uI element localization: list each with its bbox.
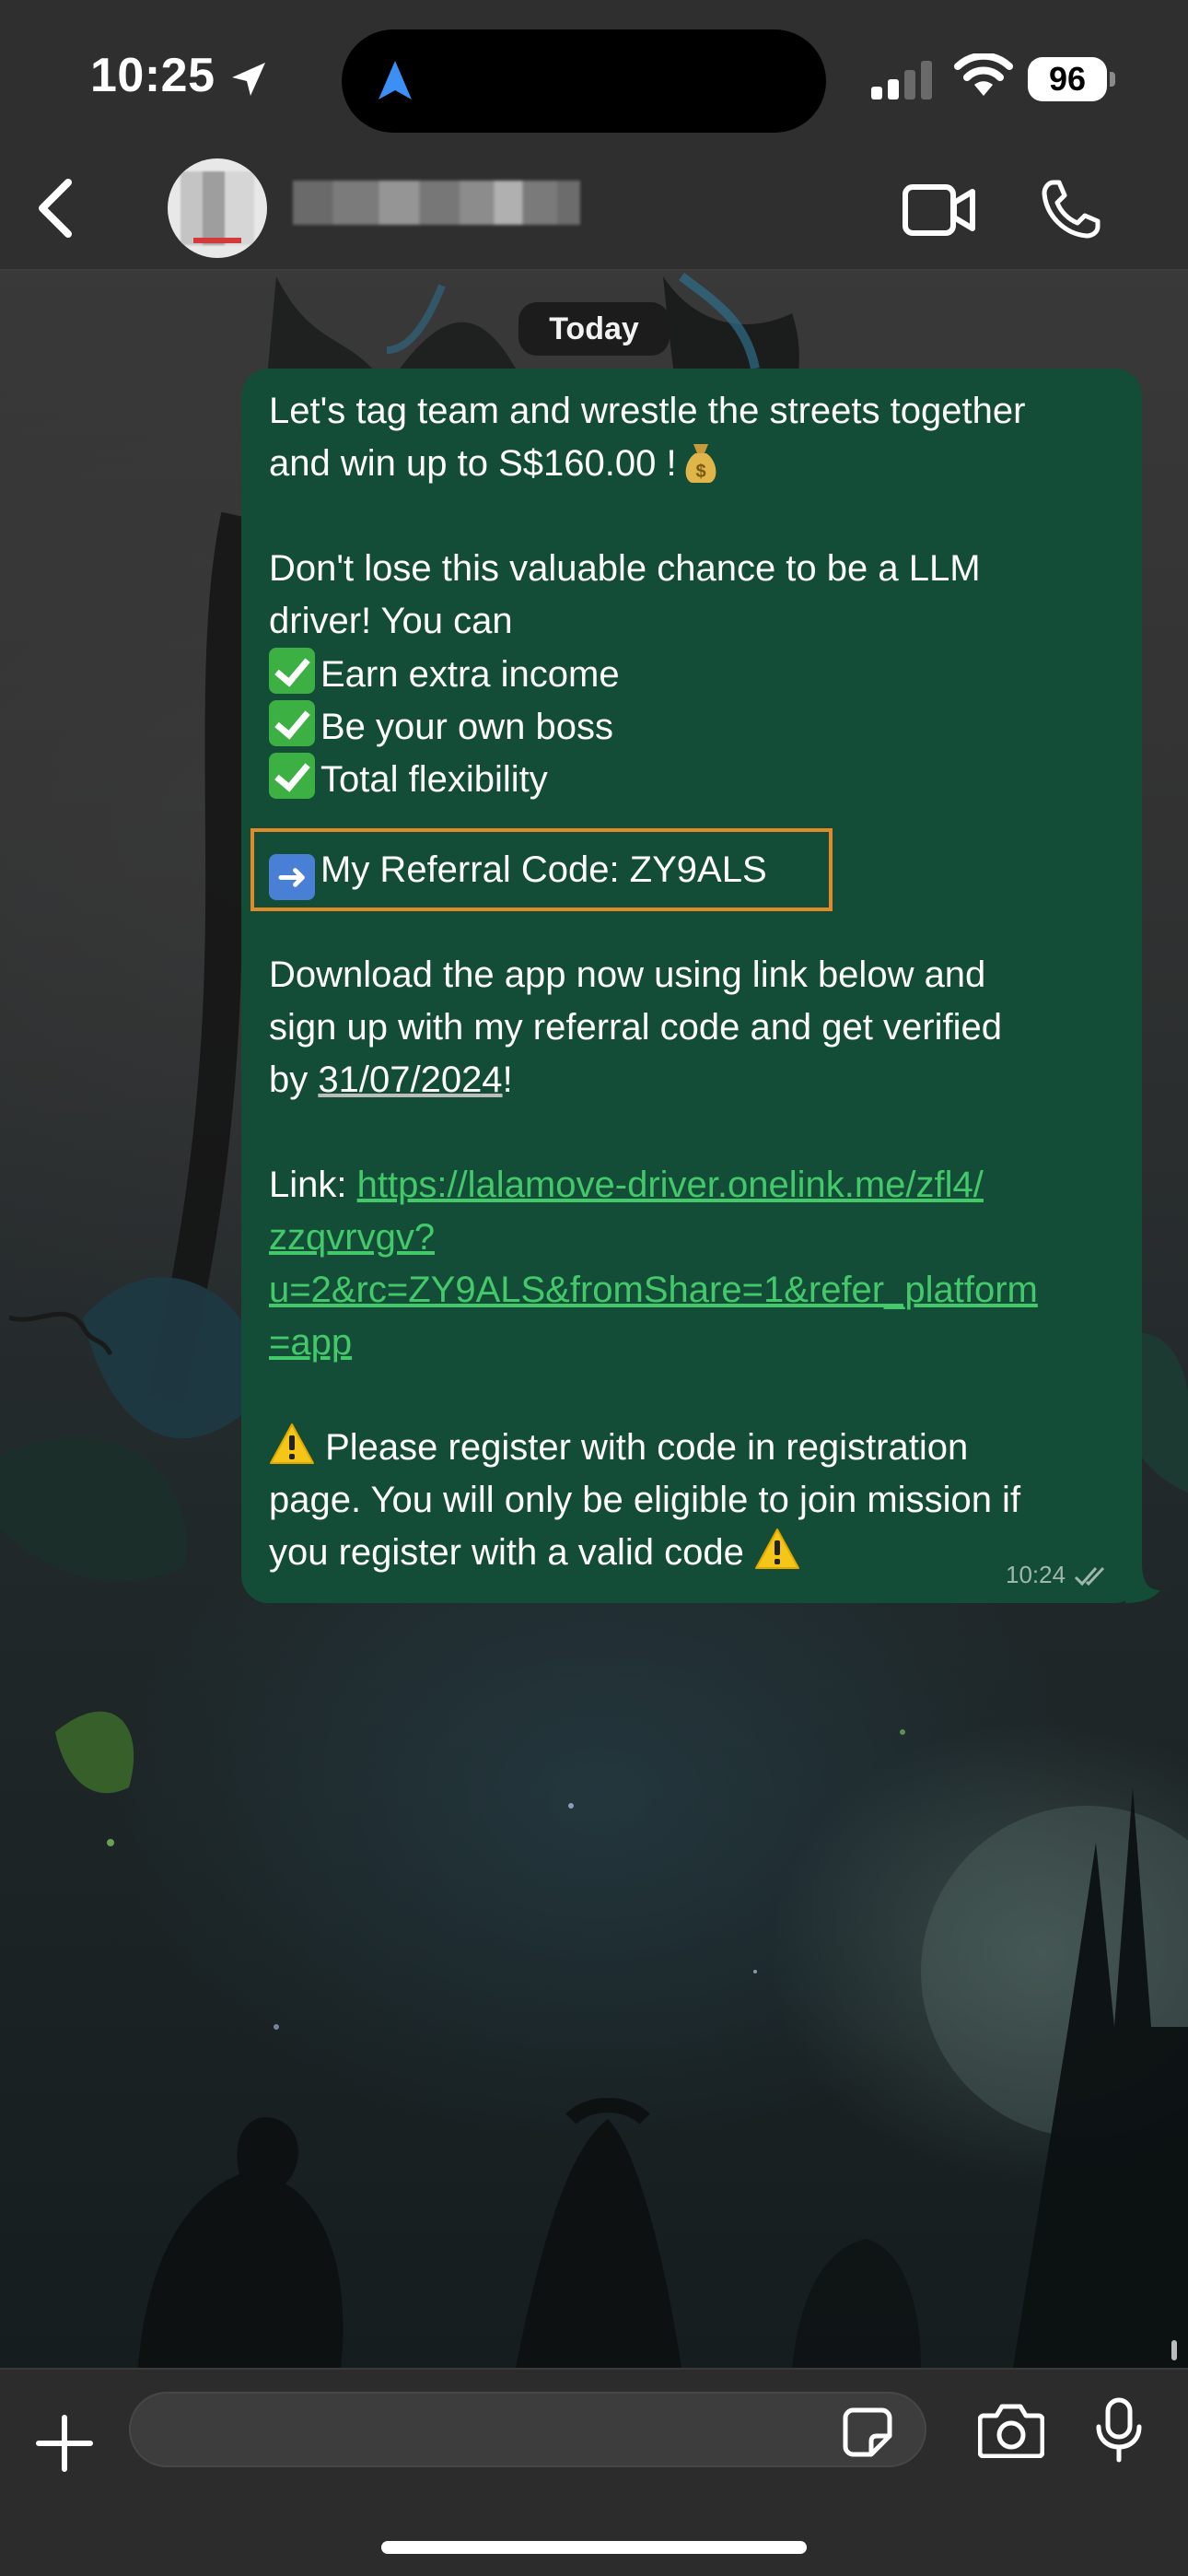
message-line: you register with a valid code bbox=[269, 1527, 800, 1579]
referral-link[interactable]: https://lalamove-driver.onelink.me/zfl4/ bbox=[357, 1165, 984, 1205]
whatsapp-chat-screen: 10:25 96 Today Let's tag team and wrestl… bbox=[0, 0, 1188, 2576]
referral-code-line: ➜ My Referral Code: ZY9ALS bbox=[269, 844, 767, 900]
sticker-icon[interactable] bbox=[842, 2406, 893, 2458]
message-text: Total flexibility bbox=[320, 759, 548, 800]
message-text: ! bbox=[502, 1060, 513, 1100]
message-line: Link: https://lalamove-driver.onelink.me… bbox=[269, 1159, 984, 1212]
message-line: zzqvrvgv? bbox=[269, 1212, 435, 1264]
check-mark-icon bbox=[269, 648, 315, 694]
cellular-signal-icon bbox=[871, 61, 932, 100]
battery-level: 96 bbox=[1028, 57, 1107, 101]
message-line: Total flexibility bbox=[269, 753, 548, 806]
date-separator: Today bbox=[518, 302, 670, 356]
status-bar: 10:25 96 bbox=[0, 0, 1188, 147]
message-text: Be your own boss bbox=[320, 707, 613, 747]
message-line: Let's tag team and wrestle the streets t… bbox=[269, 391, 1026, 431]
right-arrow-icon: ➜ bbox=[269, 854, 315, 900]
avatar-accent bbox=[193, 238, 241, 243]
message-line: sign up with my referral code and get ve… bbox=[269, 1007, 1002, 1048]
outgoing-message-bubble[interactable]: Let's tag team and wrestle the streets t… bbox=[241, 369, 1142, 1603]
referral-link[interactable]: u=2&rc=ZY9ALS&fromShare=1&refer_platform bbox=[269, 1270, 1038, 1310]
link-label: Link: bbox=[269, 1165, 357, 1205]
home-indicator[interactable] bbox=[381, 2541, 807, 2554]
location-arrow-icon bbox=[232, 63, 265, 96]
microphone-icon[interactable] bbox=[1096, 2397, 1142, 2464]
referral-link[interactable]: =app bbox=[269, 1322, 352, 1363]
double-check-icon bbox=[1074, 1566, 1105, 1587]
video-camera-icon[interactable] bbox=[903, 184, 976, 236]
warning-icon bbox=[270, 1423, 314, 1464]
contact-avatar[interactable] bbox=[168, 158, 267, 258]
message-timestamp: 10:24 bbox=[1006, 1561, 1066, 1588]
phone-icon[interactable] bbox=[1041, 179, 1101, 240]
referral-link[interactable]: zzqvrvgv? bbox=[269, 1217, 435, 1258]
status-time: 10:25 bbox=[90, 49, 215, 102]
battery-nub bbox=[1110, 72, 1115, 87]
message-text: Earn extra income bbox=[320, 654, 620, 695]
message-text: you register with a valid code bbox=[269, 1532, 754, 1573]
message-line: Don't lose this valuable chance to be a … bbox=[269, 548, 981, 589]
message-line: by 31/07/2024! bbox=[269, 1054, 513, 1107]
money-bag-icon: $ bbox=[685, 444, 716, 483]
message-text: by bbox=[269, 1060, 319, 1100]
message-line: page. You will only be eligible to join … bbox=[269, 1480, 1021, 1520]
message-line: and win up to S$160.00 ! $ bbox=[269, 438, 719, 490]
message-line: u=2&rc=ZY9ALS&fromShare=1&refer_platform bbox=[269, 1264, 1038, 1317]
check-mark-icon bbox=[269, 700, 315, 746]
message-line: driver! You can bbox=[269, 601, 513, 641]
dynamic-island bbox=[342, 29, 826, 133]
chat-header bbox=[0, 147, 1188, 271]
message-line: =app bbox=[269, 1317, 352, 1369]
camera-icon[interactable] bbox=[978, 2403, 1044, 2458]
referral-code-text: My Referral Code: ZY9ALS bbox=[320, 849, 767, 890]
message-line: Please register with code in registratio… bbox=[269, 1422, 968, 1474]
svg-text:$: $ bbox=[695, 462, 705, 482]
contact-name-redacted[interactable] bbox=[293, 181, 580, 225]
message-text: Please register with code in registratio… bbox=[315, 1427, 969, 1468]
chevron-left-icon[interactable] bbox=[28, 177, 83, 240]
check-mark-icon bbox=[269, 753, 315, 799]
navigation-arrow-icon bbox=[379, 61, 412, 100]
avatar-image-redacted bbox=[181, 171, 254, 245]
plus-icon[interactable] bbox=[35, 2414, 94, 2473]
warning-icon bbox=[754, 1528, 799, 1569]
message-line: Earn extra income bbox=[269, 648, 620, 701]
message-text: and win up to S$160.00 ! bbox=[269, 443, 677, 484]
date-text[interactable]: 31/07/2024 bbox=[318, 1060, 502, 1100]
message-line: Be your own boss bbox=[269, 700, 613, 754]
message-input[interactable] bbox=[129, 2392, 926, 2467]
wifi-icon bbox=[954, 53, 1013, 96]
message-line: Download the app now using link below an… bbox=[269, 954, 986, 995]
